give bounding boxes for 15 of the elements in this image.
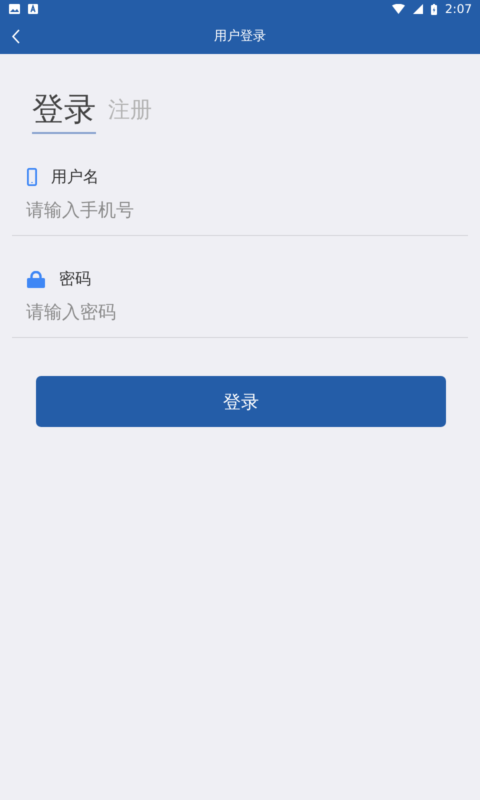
signal-icon <box>413 4 424 14</box>
battery-icon <box>431 4 438 14</box>
lock-icon <box>27 270 45 288</box>
input-field[interactable]: 请输入密码 <box>12 290 468 337</box>
phone-icon <box>27 168 37 186</box>
image-notification-icon <box>9 4 20 14</box>
input-field[interactable]: 请输入手机号 <box>12 188 468 235</box>
field-label: 用户名 <box>51 166 99 188</box>
tab[interactable]: 登录 <box>32 90 96 134</box>
screen-title: 用户登录 <box>214 28 266 45</box>
wifi-icon <box>392 4 406 14</box>
clock: 2:07 <box>445 2 472 16</box>
field-label: 密码 <box>59 268 91 290</box>
login-button[interactable]: 登录 <box>36 376 446 427</box>
text-notification-icon <box>28 4 38 14</box>
